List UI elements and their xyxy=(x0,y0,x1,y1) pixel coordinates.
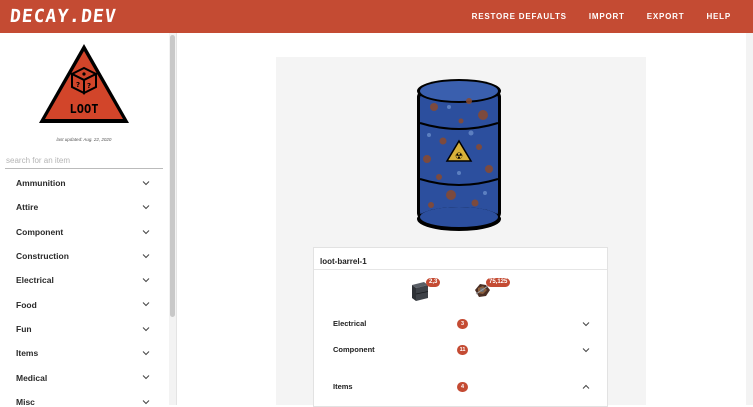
category-label: Construction xyxy=(16,251,69,262)
svg-text:?: ? xyxy=(76,81,80,89)
chevron-down-icon xyxy=(142,375,150,380)
drop-crate[interactable]: 2,3 xyxy=(410,278,441,307)
item-panel: ☢ loot-barrel-1 2,3 75,125 Electrical 3 … xyxy=(276,57,646,407)
sidebar-scrollbar[interactable] xyxy=(169,33,176,405)
category-attire[interactable]: Attire xyxy=(0,195,168,219)
logo-text: LOOT xyxy=(70,102,99,116)
section-component[interactable]: Component 11 xyxy=(314,340,607,360)
chevron-down-icon xyxy=(142,278,150,283)
category-label: Misc xyxy=(16,396,35,405)
chevron-down-icon xyxy=(142,229,150,234)
sidebar: ? ? LOOT last updated: Aug. 22, 2020 Amm… xyxy=(0,33,177,405)
chevron-down-icon xyxy=(142,326,150,331)
chevron-down-icon xyxy=(142,351,150,356)
loot-logo: ? ? LOOT xyxy=(36,41,132,127)
svg-text:?: ? xyxy=(87,82,91,90)
category-component[interactable]: Component xyxy=(0,220,168,244)
svg-text:☢: ☢ xyxy=(455,152,463,162)
main-content: ☢ loot-barrel-1 2,3 75,125 Electrical 3 … xyxy=(177,33,746,407)
category-label: Electrical xyxy=(16,275,54,286)
chevron-down-icon xyxy=(142,302,150,307)
section-electrical[interactable]: Electrical 3 xyxy=(314,314,607,334)
brand-logo[interactable]: DECAY.DEV xyxy=(9,6,118,27)
category-label: Component xyxy=(16,226,64,237)
section-label: Items xyxy=(333,382,353,391)
section-count-badge: 4 xyxy=(457,382,468,392)
nav-links: RESTORE DEFAULTS IMPORT EXPORT HELP xyxy=(450,0,731,33)
category-label: Attire xyxy=(16,202,39,213)
category-label: Fun xyxy=(16,323,32,334)
section-count-badge: 11 xyxy=(457,345,468,355)
category-list: Ammunition Attire Component Construction… xyxy=(0,171,168,405)
category-construction[interactable]: Construction xyxy=(0,244,168,268)
section-label: Electrical xyxy=(333,319,367,328)
category-label: Food xyxy=(16,299,37,310)
chevron-down-icon xyxy=(142,399,150,404)
category-misc[interactable]: Misc xyxy=(0,390,168,405)
export-link[interactable]: EXPORT xyxy=(647,12,685,21)
drop-scrap[interactable]: 75,125 xyxy=(472,278,511,305)
chevron-up-icon xyxy=(582,384,590,389)
section-count-badge: 3 xyxy=(457,319,468,329)
chevron-down-icon xyxy=(142,205,150,210)
category-label: Items xyxy=(16,348,39,359)
last-updated-text: last updated: Aug. 22, 2020 xyxy=(56,137,112,142)
item-name: loot-barrel-1 xyxy=(320,257,367,266)
loot-warning-triangle-icon: ? ? LOOT xyxy=(39,44,129,123)
item-detail-card: loot-barrel-1 2,3 75,125 Electrical 3 Co… xyxy=(313,247,608,407)
section-items[interactable]: Items 4 xyxy=(314,377,607,397)
section-label: Component xyxy=(333,345,375,354)
search-input[interactable] xyxy=(5,153,163,169)
page-scrollbar[interactable] xyxy=(746,33,753,405)
top-navbar: DECAY.DEV RESTORE DEFAULTS IMPORT EXPORT… xyxy=(0,0,753,33)
category-label: Medical xyxy=(16,372,48,383)
drop-quantity-badge: 2,3 xyxy=(426,278,441,287)
sidebar-scroll-thumb[interactable] xyxy=(170,35,175,317)
import-link[interactable]: IMPORT xyxy=(589,12,625,21)
category-electrical[interactable]: Electrical xyxy=(0,268,168,292)
help-link[interactable]: HELP xyxy=(706,12,731,21)
category-medical[interactable]: Medical xyxy=(0,365,168,389)
category-fun[interactable]: Fun xyxy=(0,317,168,341)
category-items[interactable]: Items xyxy=(0,341,168,365)
chevron-down-icon xyxy=(142,181,150,186)
divider xyxy=(314,269,607,270)
category-ammunition[interactable]: Ammunition xyxy=(0,171,168,195)
chevron-down-icon xyxy=(582,322,590,327)
category-label: Ammunition xyxy=(16,178,66,189)
restore-defaults-link[interactable]: RESTORE DEFAULTS xyxy=(472,12,567,21)
chevron-down-icon xyxy=(582,348,590,353)
category-food[interactable]: Food xyxy=(0,292,168,316)
loot-barrel-image: ☢ xyxy=(417,79,501,231)
drop-quantity-badge: 75,125 xyxy=(486,278,511,287)
chevron-down-icon xyxy=(142,254,150,259)
